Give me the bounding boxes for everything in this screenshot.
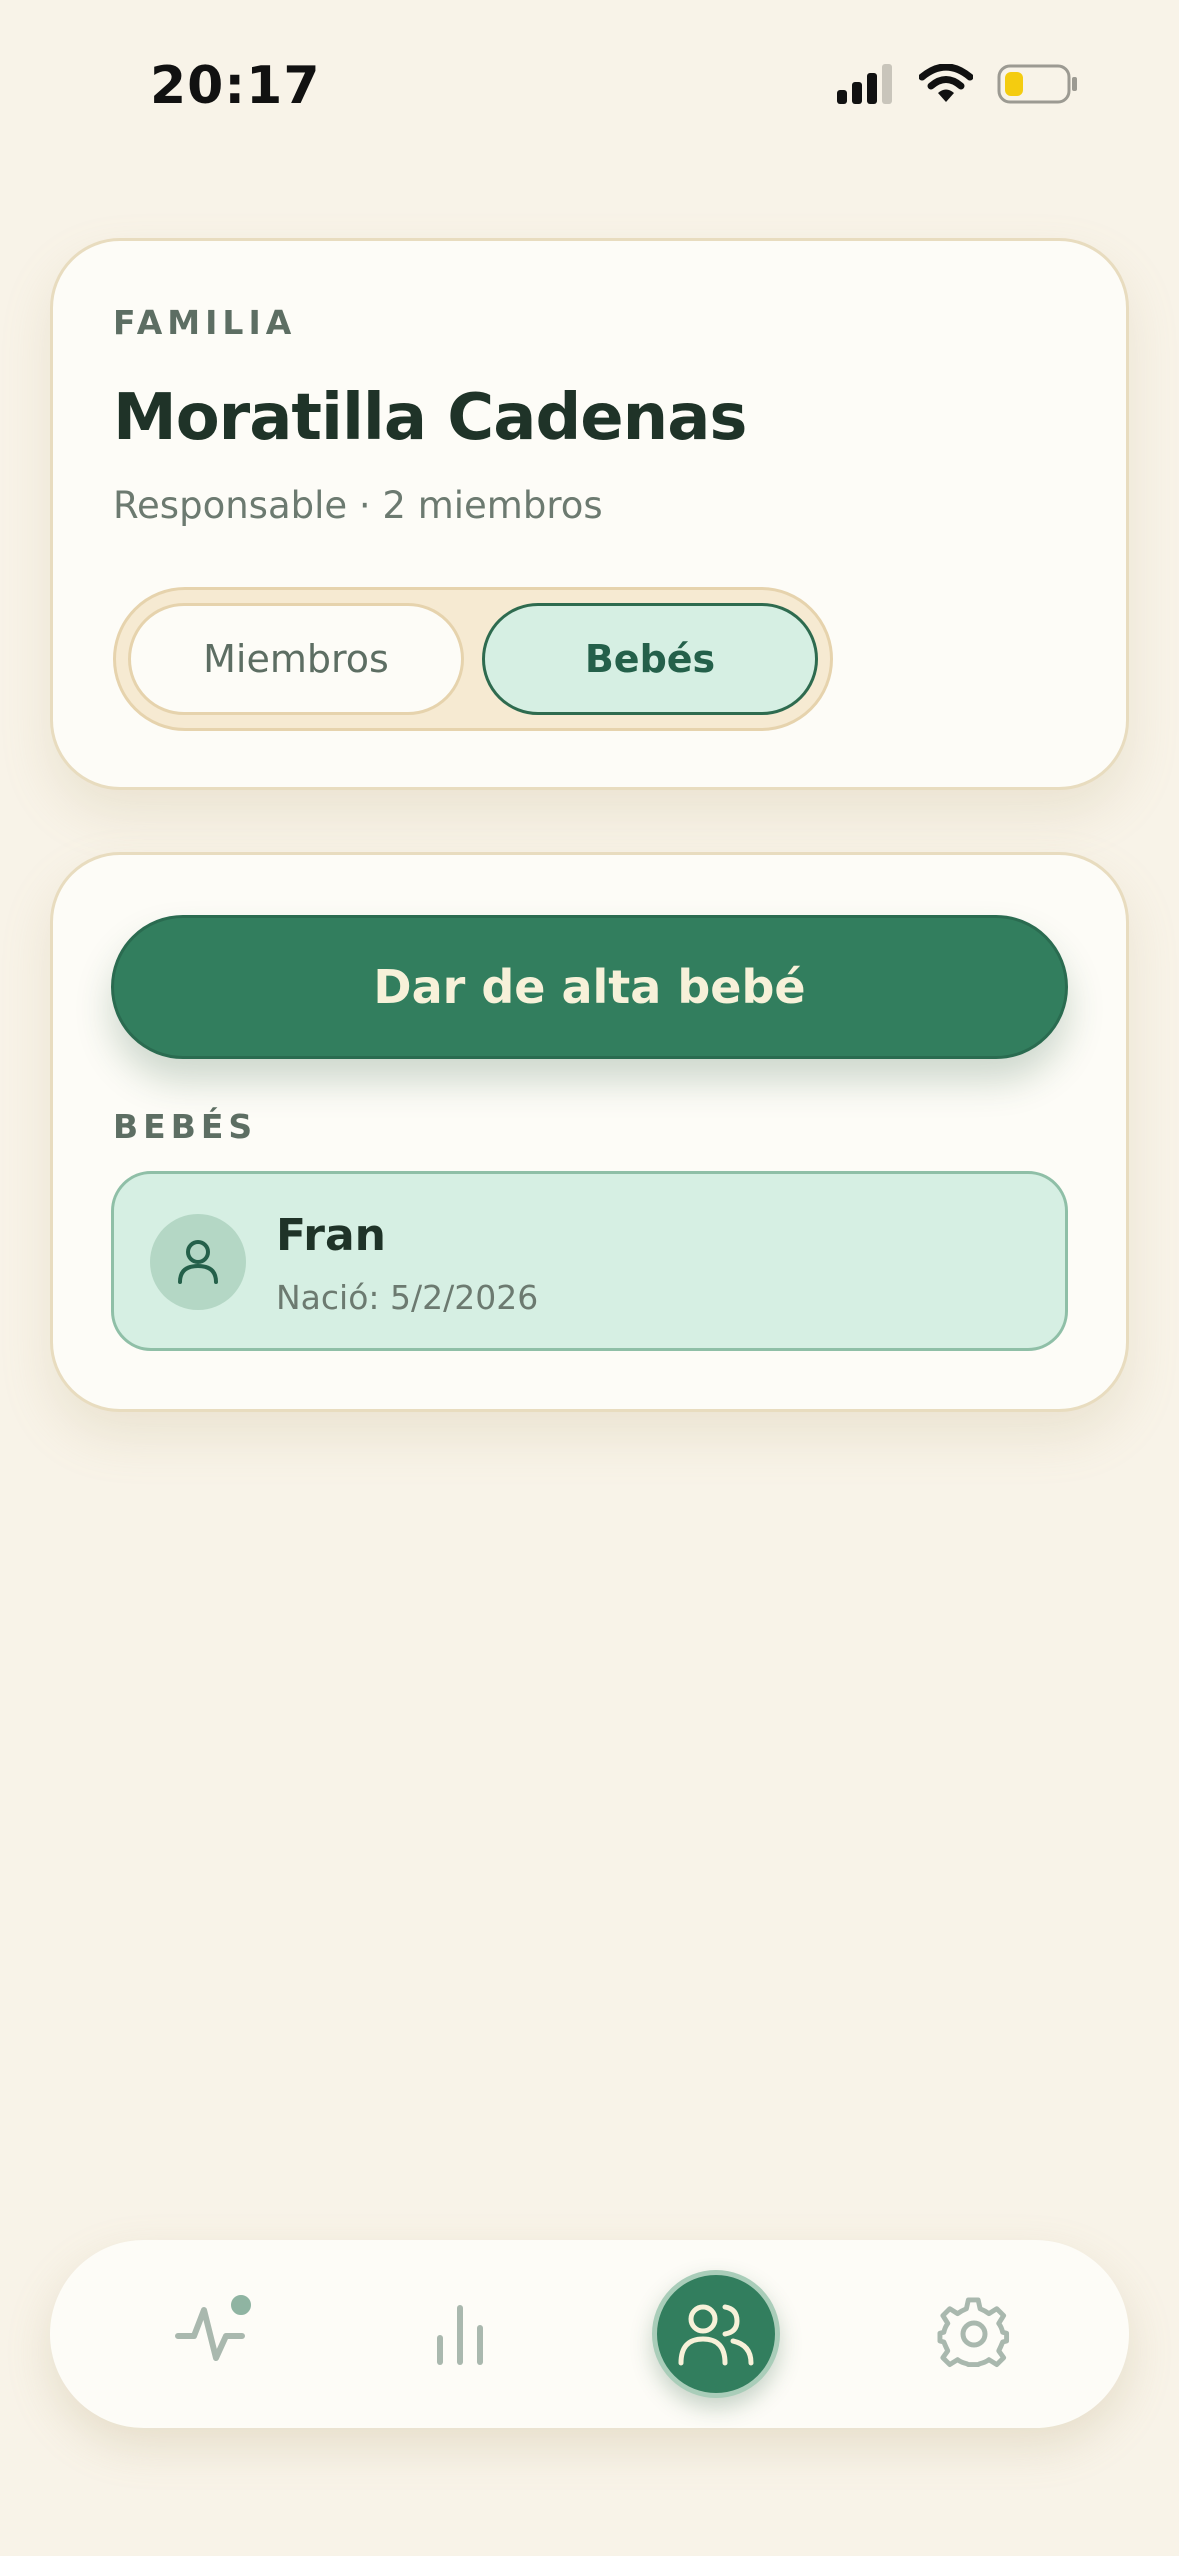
person-icon (178, 1240, 218, 1284)
babies-section-label: BEBÉS (113, 1107, 258, 1146)
status-icons (837, 64, 1079, 104)
cellular-signal-icon (837, 64, 892, 104)
baby-name: Fran (276, 1210, 386, 1261)
family-name: Moratilla Cadenas (113, 381, 747, 455)
nav-settings[interactable] (914, 2274, 1034, 2394)
status-time: 20:17 (150, 56, 321, 116)
users-icon (678, 2304, 754, 2366)
bar-chart-icon (437, 2305, 483, 2365)
babies-card: Dar de alta bebé BEBÉS Fran Nació: 5/2/2… (50, 852, 1129, 1412)
wifi-icon (919, 64, 973, 102)
family-tabs: Miembros Bebés (113, 587, 833, 731)
status-bar: 20:17 (0, 0, 1179, 170)
gear-icon (937, 2297, 1010, 2368)
nav-stats[interactable] (400, 2274, 520, 2394)
baby-birth-date: Nació: 5/2/2026 (276, 1278, 539, 1317)
tab-bebes[interactable]: Bebés (482, 603, 818, 715)
notification-badge (226, 2290, 256, 2320)
tab-miembros[interactable]: Miembros (128, 603, 464, 715)
battery-icon (997, 64, 1077, 104)
family-card: FAMILIA Moratilla Cadenas Responsable · … (50, 238, 1129, 790)
nav-activity[interactable] (150, 2274, 270, 2394)
family-eyebrow: FAMILIA (113, 303, 297, 342)
app-screen: 20:17 FAMILIA Moratilla Cadenas Responsa… (0, 0, 1179, 2556)
add-baby-button[interactable]: Dar de alta bebé (111, 915, 1068, 1059)
family-subtitle: Responsable · 2 miembros (113, 484, 603, 527)
nav-family[interactable] (652, 2270, 780, 2398)
bottom-nav (50, 2240, 1129, 2428)
avatar (150, 1214, 246, 1310)
nav-family-active (652, 2270, 780, 2398)
list-item[interactable]: Fran Nació: 5/2/2026 (111, 1171, 1068, 1351)
